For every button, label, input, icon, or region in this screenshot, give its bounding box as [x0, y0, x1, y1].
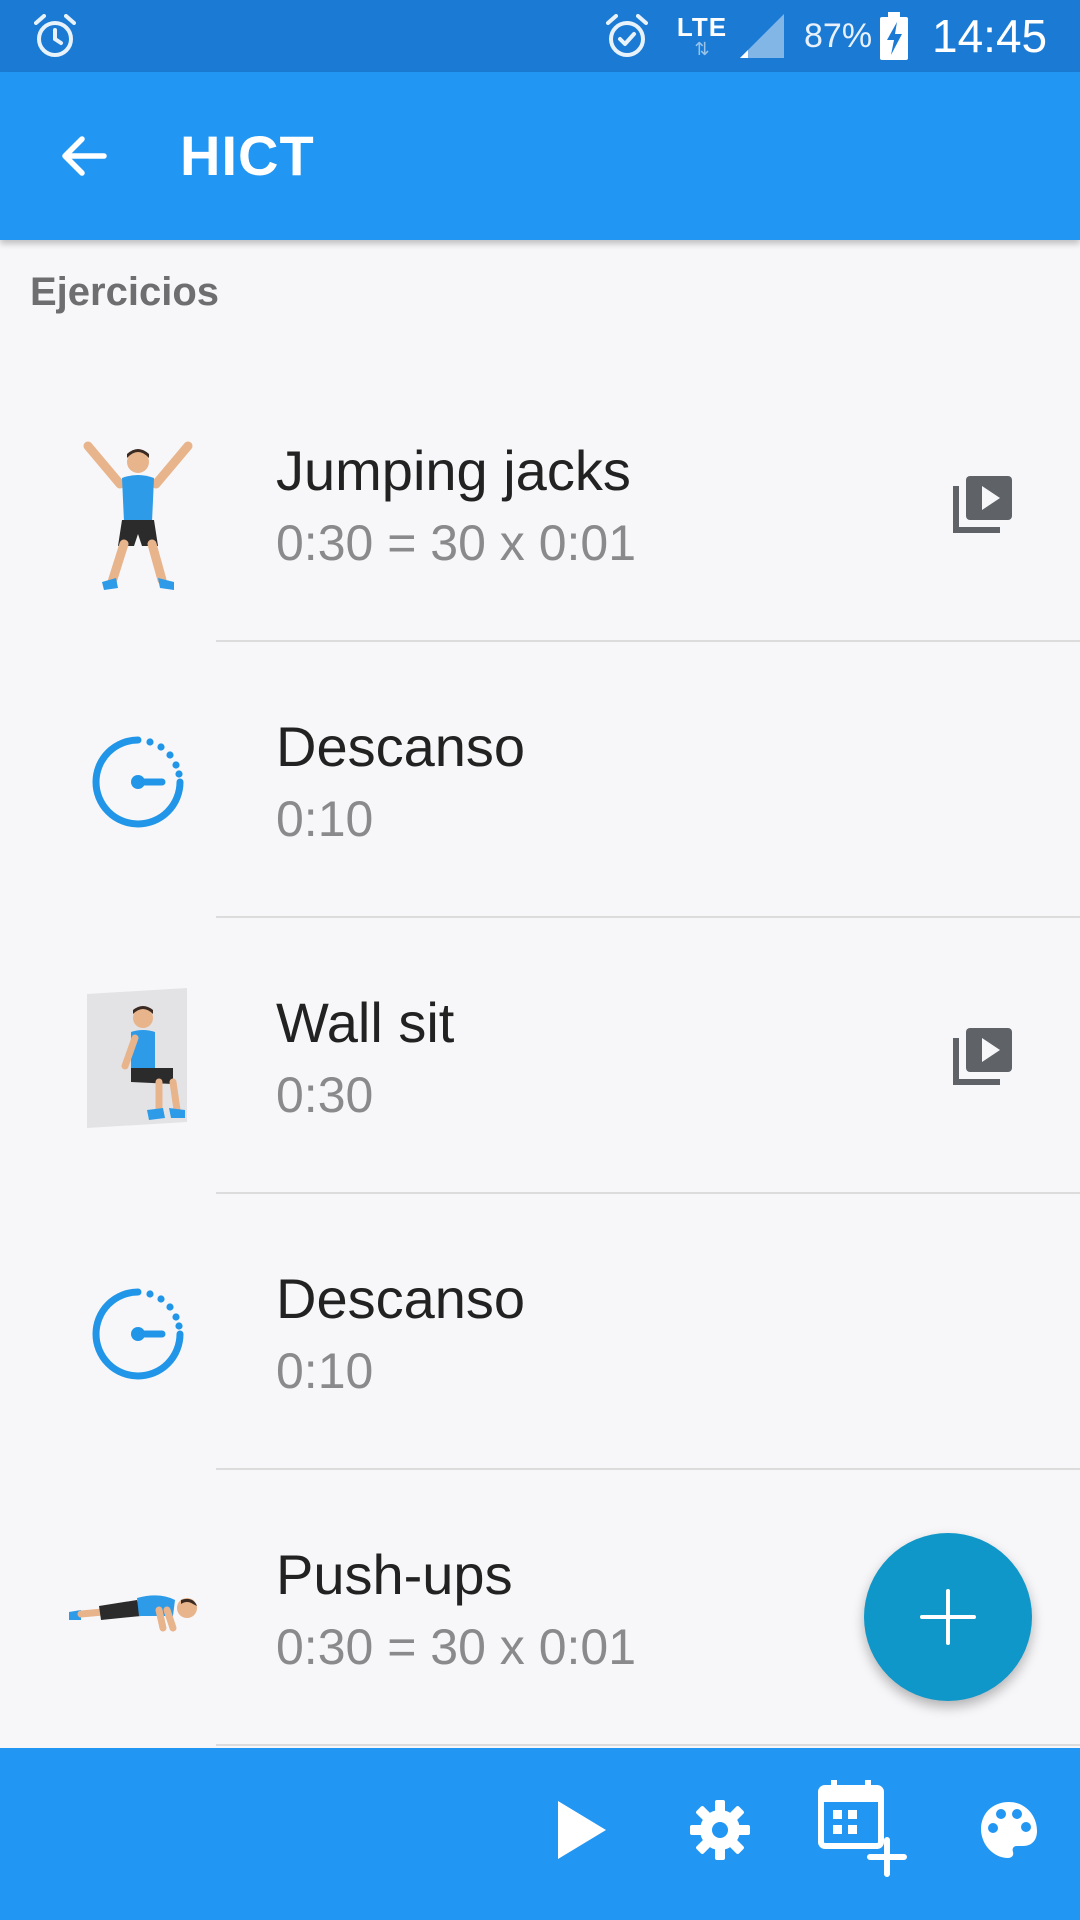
page-title: HICT — [180, 124, 315, 187]
back-button[interactable] — [40, 112, 128, 200]
play-button[interactable] — [527, 1770, 637, 1890]
calendar-add-icon — [818, 1780, 907, 1877]
play-icon — [558, 1801, 606, 1859]
exercise-duration: 0:10 — [276, 791, 374, 847]
video-library-icon — [953, 1028, 1012, 1085]
video-button[interactable] — [944, 464, 1024, 544]
exercise-name: Wall sit — [276, 991, 455, 1054]
screen: LTE ⇅ 87% 14:45 HICT Ejercicios Jumping … — [0, 0, 1080, 1920]
lte-label: LTE — [676, 12, 728, 42]
signal-icon — [736, 0, 788, 72]
jumping-jacks-illustration — [58, 426, 218, 590]
clock-time: 14:45 — [932, 10, 1048, 62]
exercise-duration: 0:30 — [276, 1067, 374, 1123]
exercise-name: Descanso — [276, 715, 526, 778]
exercise-name: Descanso — [276, 1267, 526, 1330]
alarm-check-icon — [602, 0, 652, 72]
exercise-duration: 0:10 — [276, 1343, 374, 1399]
settings-button[interactable] — [665, 1770, 775, 1890]
video-button[interactable] — [944, 1016, 1024, 1096]
section-header: Ejercicios — [30, 270, 220, 314]
theme-button[interactable] — [954, 1770, 1064, 1890]
palette-icon — [981, 1802, 1037, 1858]
plus-icon — [920, 1589, 976, 1645]
bottom-toolbar — [0, 1748, 1080, 1920]
status-bar: LTE ⇅ 87% 14:45 — [0, 0, 1080, 72]
video-library-icon — [953, 476, 1012, 533]
exercise-row-descanso[interactable]: Descanso 0:10 — [0, 642, 1080, 918]
app-bar: HICT — [0, 72, 1080, 240]
lte-indicator: LTE ⇅ — [674, 0, 730, 72]
schedule-button[interactable] — [808, 1770, 918, 1890]
exercise-row-jumping-jacks[interactable]: Jumping jacks 0:30 = 30 x 0:01 — [0, 366, 1080, 642]
exercise-row-wall-sit[interactable]: Wall sit 0:30 — [0, 918, 1080, 1194]
timer-icon — [58, 702, 218, 862]
row-divider — [216, 1744, 1080, 1746]
arrow-back-icon — [62, 136, 107, 176]
alarm-icon — [30, 0, 80, 72]
push-ups-illustration — [58, 1530, 218, 1690]
battery-charging-icon — [878, 0, 910, 72]
data-arrows-icon: ⇅ — [694, 39, 710, 59]
exercise-row-descanso[interactable]: Descanso 0:10 — [0, 1194, 1080, 1470]
exercise-duration: 0:30 = 30 x 0:01 — [276, 1619, 637, 1675]
wall-sit-illustration — [58, 978, 218, 1138]
gear-icon — [690, 1800, 750, 1860]
exercise-duration: 0:30 = 30 x 0:01 — [276, 515, 637, 571]
add-exercise-button[interactable] — [864, 1533, 1032, 1701]
exercise-name: Push-ups — [276, 1543, 513, 1606]
battery-percent: 87% — [804, 16, 873, 55]
timer-icon — [58, 1254, 218, 1414]
exercise-name: Jumping jacks — [276, 439, 631, 502]
